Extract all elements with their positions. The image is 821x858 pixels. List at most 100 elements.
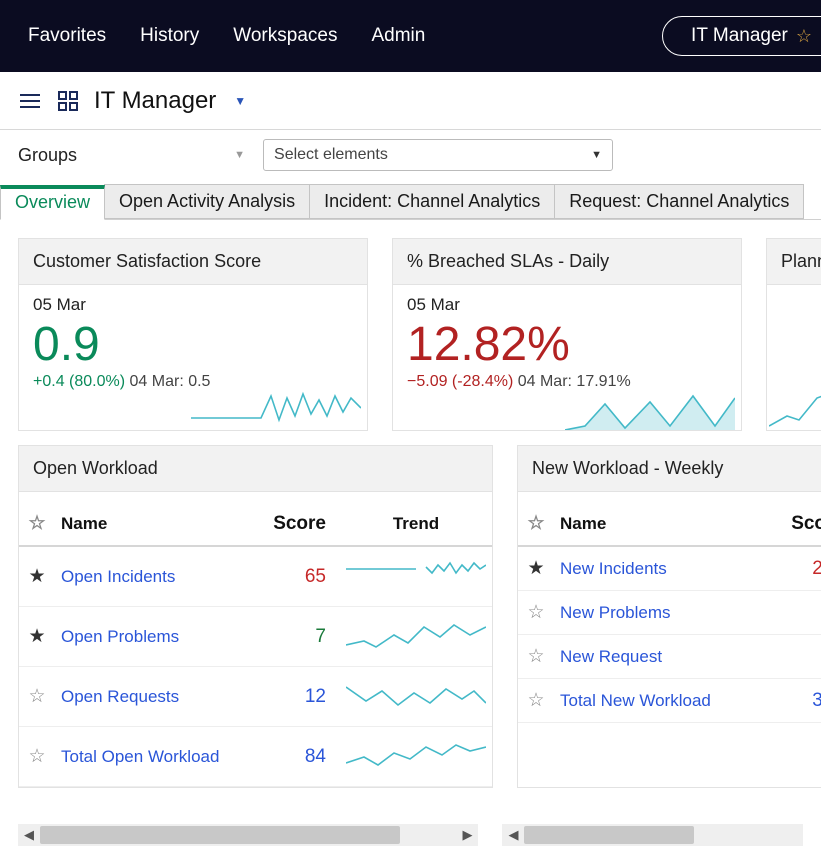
star-icon[interactable]: ☆ [527, 646, 544, 667]
sparkline [191, 386, 361, 430]
tab-overview[interactable]: Overview [0, 185, 105, 220]
scrollbars-row: ◀ ▶ ◀ [0, 788, 821, 856]
star-icon[interactable]: ☆ [28, 746, 45, 767]
nav-workspaces[interactable]: Workspaces [233, 25, 337, 47]
table-new-workload: New Workload - Weekly ☆ Name Score ★ New… [517, 445, 821, 788]
tables-row: Open Workload ☆ Name Score Trend ★ Open … [0, 445, 821, 788]
scroll-thumb[interactable] [40, 826, 400, 844]
row-link-new-request[interactable]: New Request [560, 647, 662, 666]
sparkline [346, 677, 486, 711]
table-row: ☆ Total New Workload 350 [518, 679, 821, 723]
col-score[interactable]: Score [267, 492, 340, 546]
table-row: ☆ New Request 50 [518, 635, 821, 679]
row-score: 65 [267, 546, 340, 607]
sparkline [346, 617, 486, 651]
chevron-down-icon: ▼ [591, 149, 602, 161]
card-date: 05 Mar [33, 295, 353, 315]
table-header-row: ☆ Name Score [518, 492, 821, 546]
star-icon: ☆ [527, 513, 544, 534]
card-value: 0.9 [33, 321, 353, 369]
chevron-down-icon: ▼ [234, 149, 245, 161]
table-title: New Workload - Weekly [518, 446, 821, 492]
top-navbar: Favorites History Workspaces Admin IT Ma… [0, 0, 821, 72]
star-icon[interactable]: ★ [527, 558, 544, 579]
card-date: 05 Mar [407, 295, 727, 315]
row-score: 258 [785, 546, 821, 591]
col-favorite[interactable]: ☆ [19, 492, 55, 546]
row-score: 12 [267, 667, 340, 727]
nav-admin[interactable]: Admin [371, 25, 425, 47]
grid-icon[interactable] [56, 89, 80, 113]
row-score: 7 [267, 607, 340, 667]
col-name[interactable]: Name [554, 492, 785, 546]
card-title: Planned [767, 239, 821, 285]
row-link-total-new-workload[interactable]: Total New Workload [560, 691, 711, 710]
page-header: IT Manager ▼ [0, 72, 821, 130]
sparkline [565, 386, 735, 430]
tab-request-channel[interactable]: Request: Channel Analytics [554, 184, 804, 219]
row-score: 50 [785, 635, 821, 679]
horizontal-scrollbar[interactable]: ◀ [502, 824, 803, 846]
hamburger-icon[interactable] [18, 89, 42, 113]
tab-open-activity[interactable]: Open Activity Analysis [104, 184, 310, 219]
card-title: % Breached SLAs - Daily [393, 239, 741, 285]
table-row: ★ Open Problems 7 [19, 607, 492, 667]
top-nav-items: Favorites History Workspaces Admin [28, 25, 425, 47]
card-breached-sla: % Breached SLAs - Daily 05 Mar 12.82% −5… [392, 238, 742, 431]
table-row: ★ New Incidents 258 [518, 546, 821, 591]
chevron-down-icon[interactable]: ▼ [234, 94, 246, 108]
sparkline [346, 737, 486, 771]
row-link-open-problems[interactable]: Open Problems [61, 627, 179, 646]
star-icon[interactable]: ☆ [527, 602, 544, 623]
page-title: IT Manager [94, 87, 216, 115]
row-score: 84 [267, 727, 340, 787]
row-score: 42 [785, 591, 821, 635]
row-link-new-problems[interactable]: New Problems [560, 603, 671, 622]
table-open-workload: Open Workload ☆ Name Score Trend ★ Open … [18, 445, 493, 788]
horizontal-scrollbar[interactable]: ◀ ▶ [18, 824, 478, 846]
tab-bar: Overview Open Activity Analysis Incident… [0, 184, 821, 220]
col-favorite[interactable]: ☆ [518, 492, 554, 546]
card-csat: Customer Satisfaction Score 05 Mar 0.9 +… [18, 238, 368, 431]
scroll-right-icon[interactable]: ▶ [456, 827, 478, 843]
col-name[interactable]: Name [55, 492, 267, 546]
row-link-total-open-workload[interactable]: Total Open Workload [61, 747, 219, 766]
col-score[interactable]: Score [785, 492, 821, 546]
role-label: IT Manager [691, 25, 788, 47]
table-row: ☆ Total Open Workload 84 [19, 727, 492, 787]
metric-cards-row: Customer Satisfaction Score 05 Mar 0.9 +… [0, 220, 821, 445]
elements-placeholder: Select elements [274, 146, 388, 164]
star-icon: ☆ [28, 513, 45, 534]
scroll-thumb[interactable] [524, 826, 694, 844]
col-trend[interactable]: Trend [340, 492, 492, 546]
table-header-row: ☆ Name Score Trend [19, 492, 492, 546]
groups-dropdown[interactable]: ▼ [95, 149, 245, 161]
table-row: ☆ New Problems 42 [518, 591, 821, 635]
tab-incident-channel[interactable]: Incident: Channel Analytics [309, 184, 555, 219]
nav-history[interactable]: History [140, 25, 199, 47]
sparkline [346, 557, 486, 591]
groups-label: Groups [18, 145, 77, 166]
star-icon[interactable]: ☆ [28, 686, 45, 707]
sparkline [769, 386, 821, 430]
table-row: ★ Open Incidents 65 [19, 546, 492, 607]
row-link-new-incidents[interactable]: New Incidents [560, 559, 667, 578]
card-planned: Planned [766, 238, 821, 431]
elements-dropdown[interactable]: Select elements ▼ [263, 139, 613, 171]
card-title: Customer Satisfaction Score [19, 239, 367, 285]
star-icon[interactable]: ★ [28, 626, 45, 647]
table-title: Open Workload [19, 446, 492, 492]
star-icon: ☆ [796, 26, 812, 47]
star-icon[interactable]: ★ [28, 566, 45, 587]
row-link-open-requests[interactable]: Open Requests [61, 687, 179, 706]
nav-favorites[interactable]: Favorites [28, 25, 106, 47]
table-row: ☆ Open Requests 12 [19, 667, 492, 727]
row-score: 350 [785, 679, 821, 723]
row-link-open-incidents[interactable]: Open Incidents [61, 567, 175, 586]
star-icon[interactable]: ☆ [527, 690, 544, 711]
role-selector[interactable]: IT Manager ☆ [662, 16, 821, 56]
scroll-left-icon[interactable]: ◀ [18, 827, 40, 843]
filter-bar: Groups ▼ Select elements ▼ [0, 130, 821, 180]
scroll-left-icon[interactable]: ◀ [502, 827, 524, 843]
card-value: 12.82% [407, 321, 727, 369]
